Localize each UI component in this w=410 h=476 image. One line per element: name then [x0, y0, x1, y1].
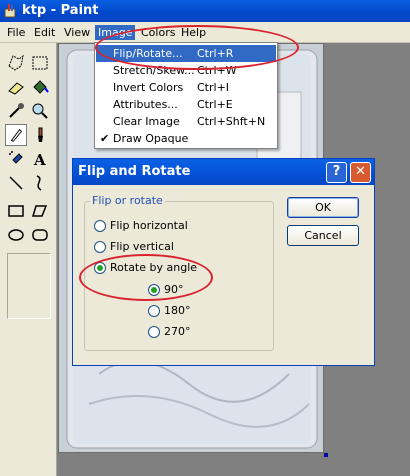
rectangle-icon[interactable] [5, 200, 27, 222]
brush-icon[interactable] [29, 124, 51, 146]
rounded-rectangle-icon[interactable] [29, 224, 51, 246]
pencil-icon[interactable] [5, 124, 27, 146]
annotation-ellipse-rotate-by-angle [79, 254, 213, 301]
menu-edit[interactable]: Edit [31, 25, 58, 40]
fill-bucket-icon[interactable] [29, 76, 51, 98]
angle-180-label[interactable]: 180° [164, 304, 191, 318]
tool-options-box[interactable] [7, 253, 51, 319]
curve-icon[interactable] [29, 172, 51, 194]
line-icon[interactable] [5, 172, 27, 194]
title-bar[interactable]: ktp - Paint [0, 0, 410, 22]
select-icon[interactable] [29, 52, 51, 74]
menu-item-invert-colors[interactable]: Invert Colors Ctrl+I [96, 79, 276, 96]
angle-270-label[interactable]: 270° [164, 325, 191, 339]
flip-vertical-label[interactable]: Flip vertical [110, 240, 174, 254]
menu-item-draw-opaque[interactable]: ✔ Draw Opaque [96, 130, 276, 147]
help-icon[interactable]: ? [326, 162, 347, 183]
group-label: Flip or rotate [90, 194, 165, 208]
close-icon[interactable]: ✕ [350, 162, 371, 183]
ok-button[interactable]: OK [287, 197, 359, 218]
text-icon[interactable]: A [29, 148, 51, 170]
annotation-ellipse-flip-rotate [95, 25, 299, 70]
flip-horizontal-label[interactable]: Flip horizontal [110, 219, 188, 233]
polygon-icon[interactable] [29, 200, 51, 222]
menu-view[interactable]: View [61, 25, 93, 40]
flip-horizontal-radio[interactable] [94, 220, 106, 232]
magnifier-icon[interactable] [29, 100, 51, 122]
paint-app-icon [4, 4, 16, 18]
menu-item-attributes[interactable]: Attributes... Ctrl+E [96, 96, 276, 113]
toolbox: A [0, 43, 57, 476]
airbrush-icon[interactable] [5, 148, 27, 170]
menu-file[interactable]: File [4, 25, 28, 40]
pick-color-icon[interactable] [5, 100, 27, 122]
canvas-resize-handle[interactable] [324, 453, 328, 457]
free-form-select-icon[interactable] [5, 52, 27, 74]
checkmark-icon: ✔ [100, 132, 110, 145]
dialog-title-bar[interactable]: Flip and Rotate ? ✕ [73, 159, 374, 185]
flip-vertical-radio[interactable] [94, 241, 106, 253]
eraser-icon[interactable] [5, 76, 27, 98]
dialog-title: Flip and Rotate [78, 164, 191, 179]
angle-180-radio[interactable] [148, 305, 160, 317]
ellipse-icon[interactable] [5, 224, 27, 246]
menu-item-clear-image[interactable]: Clear Image Ctrl+Shft+N [96, 113, 276, 130]
cancel-button[interactable]: Cancel [287, 225, 359, 246]
svg-text:A: A [33, 151, 46, 169]
angle-270-radio[interactable] [148, 326, 160, 338]
window-title: ktp - Paint [22, 3, 99, 18]
